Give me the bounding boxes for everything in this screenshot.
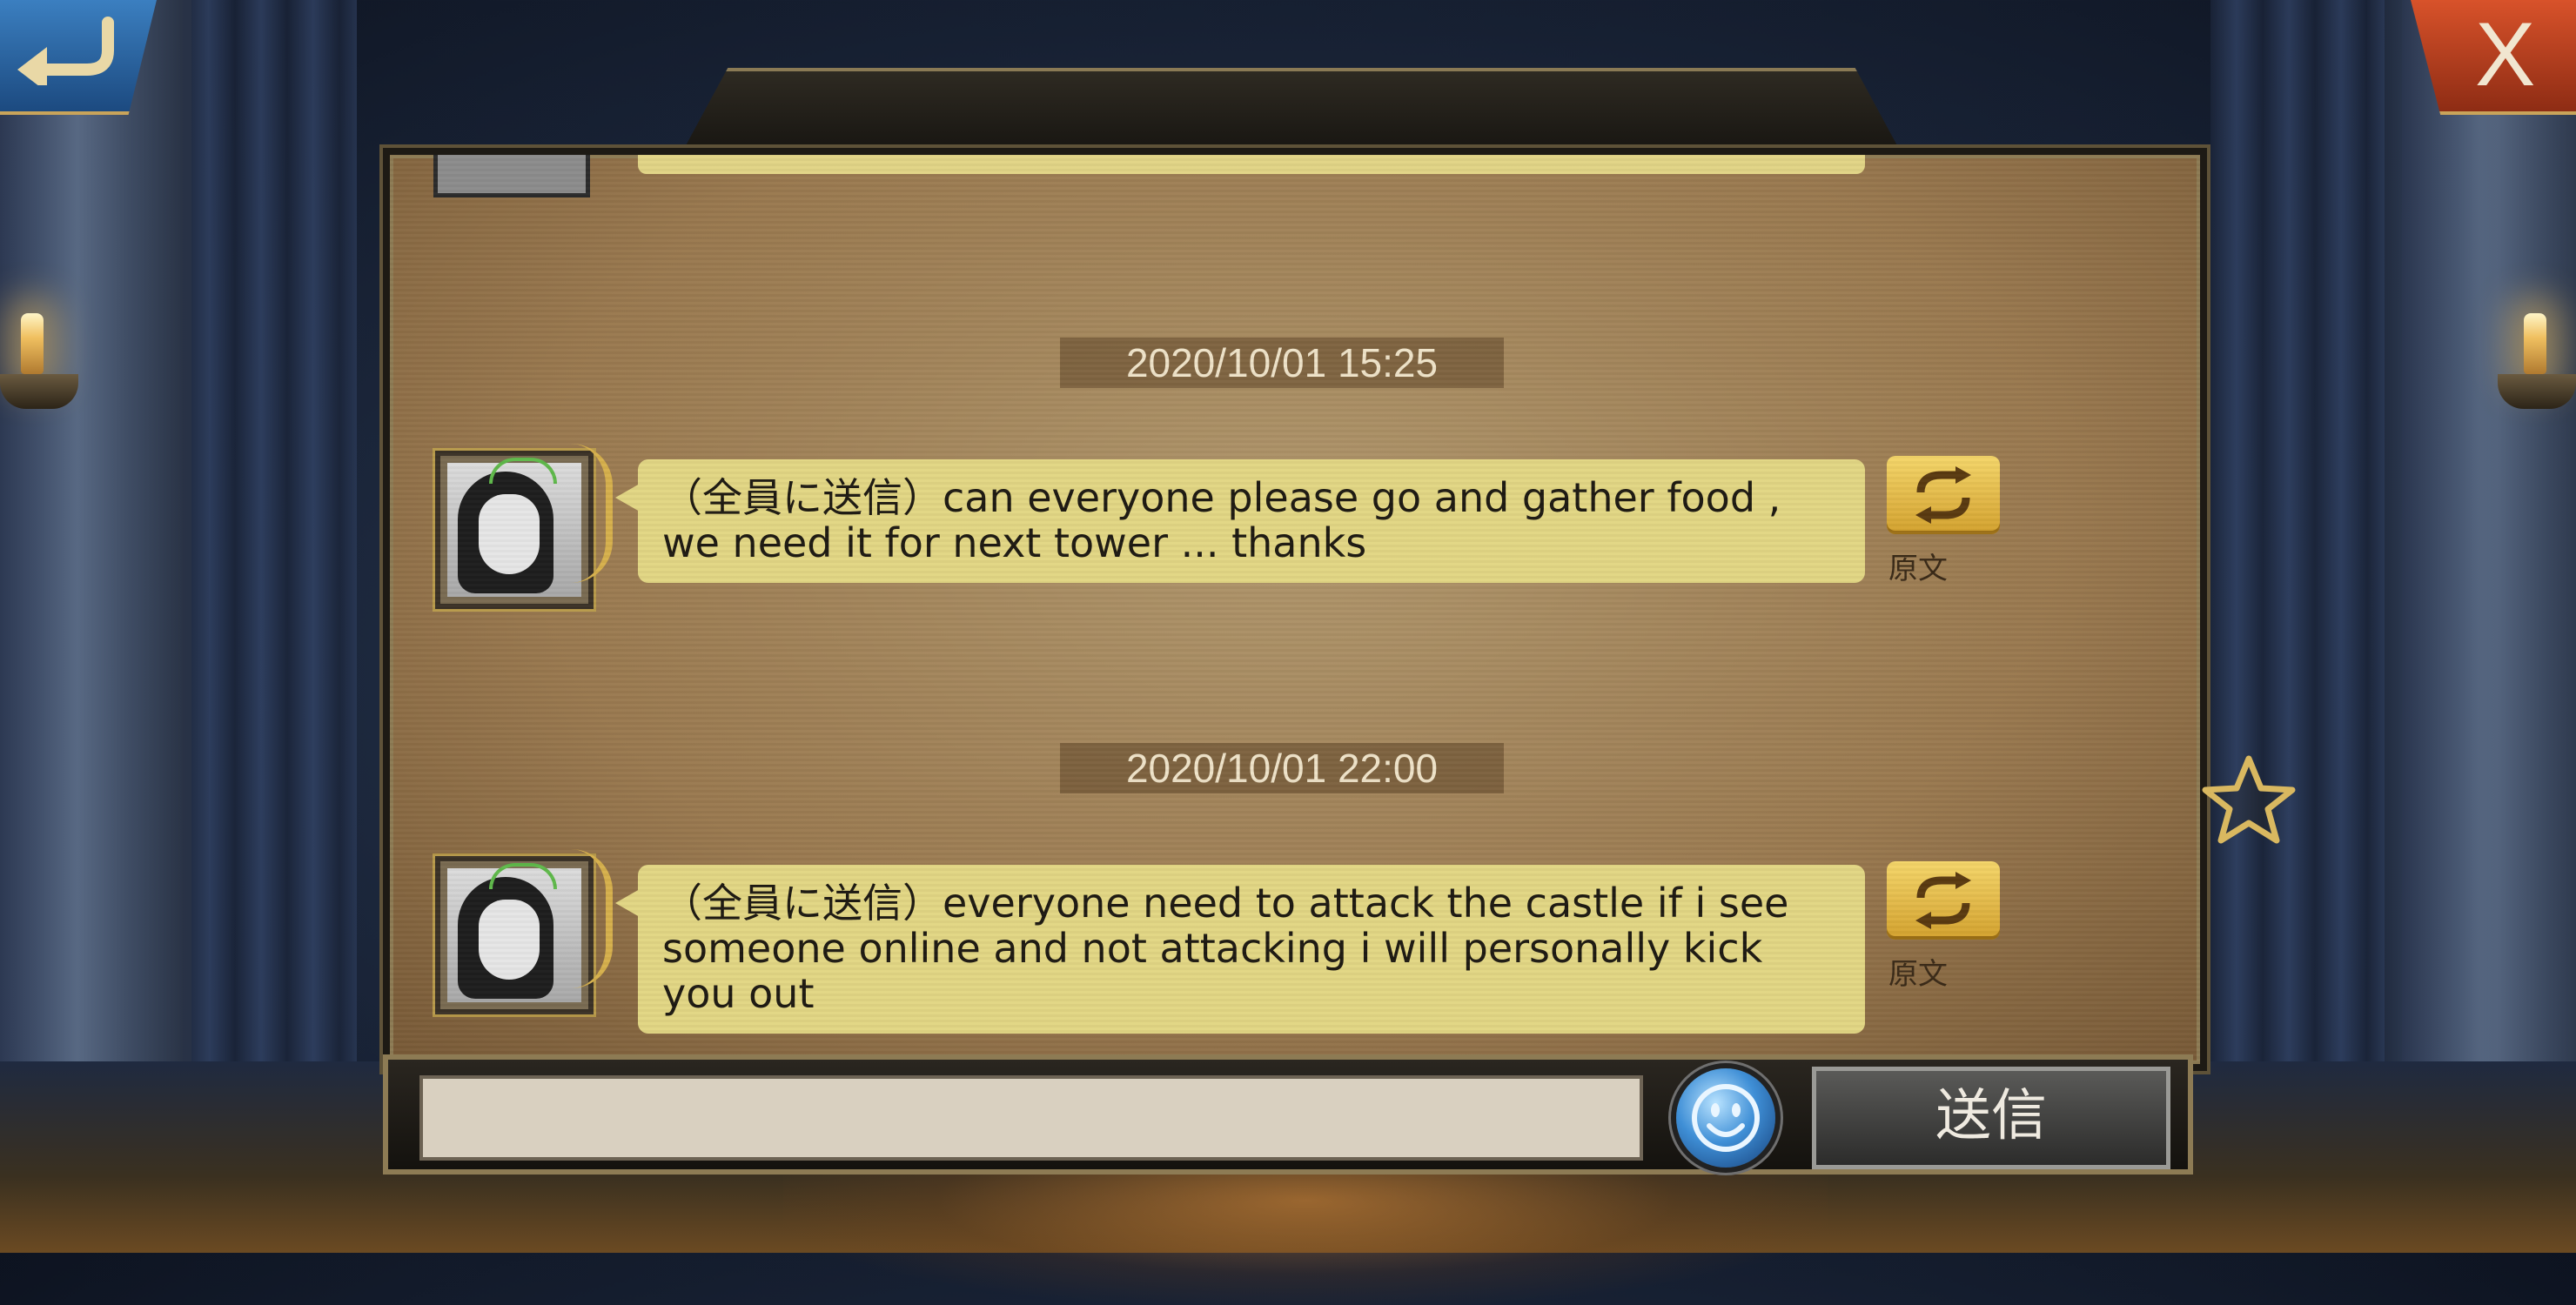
smiley-icon <box>1692 1084 1760 1152</box>
translate-button[interactable] <box>1887 456 2000 534</box>
frame-wing-icon <box>571 444 613 583</box>
message-input[interactable] <box>419 1075 1643 1161</box>
message-bubble: （全員に送信）can everyone please go and gather… <box>615 459 1865 583</box>
translate-label: 原文 <box>1888 957 1948 992</box>
send-button[interactable]: 送信 <box>1812 1067 2170 1169</box>
avatar[interactable] <box>435 849 613 1014</box>
cat-ears-icon <box>489 458 557 484</box>
cat-ears-icon <box>489 863 557 889</box>
sconce-right <box>2498 374 2576 409</box>
emoji-button[interactable] <box>1676 1068 1775 1168</box>
composer-bar: 送信 <box>383 1054 2193 1174</box>
avatar[interactable] <box>435 444 613 609</box>
title-tab <box>679 68 1904 158</box>
message-timestamp: 2020/10/01 15:25 <box>1060 338 1504 388</box>
chat-panel[interactable]: 2020/10/01 15:25 （全員に送信）can everyone ple… <box>383 148 2207 1071</box>
candle-right <box>2524 313 2546 374</box>
avatar <box>433 155 590 197</box>
favorite-button[interactable] <box>2200 753 2298 851</box>
message-bubble <box>638 155 1865 174</box>
message-text: （全員に送信）can everyone please go and gather… <box>662 474 1781 566</box>
translate-label: 原文 <box>1888 552 1948 586</box>
refresh-icon <box>1915 872 1971 929</box>
message-bubble: （全員に送信）everyone need to attack the castl… <box>615 865 1865 1034</box>
close-icon: X <box>2475 4 2536 105</box>
frame-wing-icon <box>571 849 613 988</box>
back-arrow-icon <box>17 17 114 85</box>
message-text: （全員に送信）everyone need to attack the castl… <box>662 880 1789 1017</box>
refresh-icon <box>1915 466 1971 524</box>
star-icon <box>2202 755 2296 844</box>
message-timestamp: 2020/10/01 22:00 <box>1060 743 1504 793</box>
sconce-left <box>0 374 78 409</box>
translate-button[interactable] <box>1887 861 2000 940</box>
candle-left <box>21 313 44 374</box>
